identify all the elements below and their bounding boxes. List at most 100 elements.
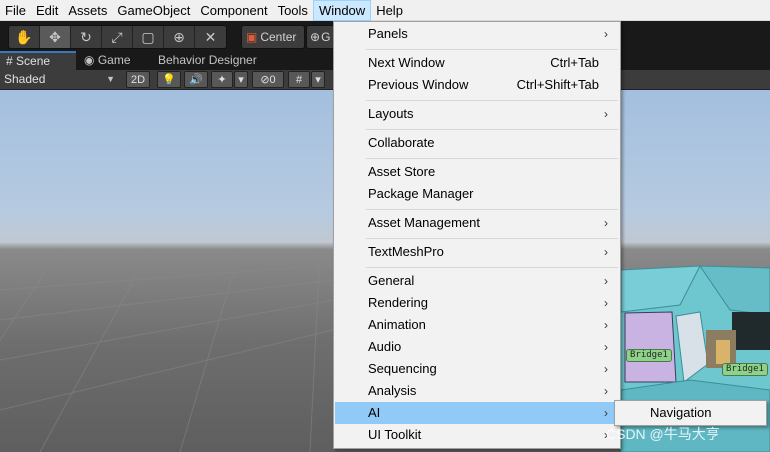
- transform-tools: ✋ ✥ ↻ ⤢ ▢ ⊕ ✕: [8, 25, 227, 49]
- menu-gameobject[interactable]: GameObject: [112, 0, 195, 21]
- menu-item-previous-window[interactable]: Previous Window Ctrl+Shift+Tab: [335, 74, 619, 96]
- chevron-right-icon: ›: [604, 274, 608, 288]
- menu-item-label: Next Window: [368, 55, 445, 70]
- menu-item-label: Asset Store: [368, 164, 436, 179]
- menu-item-ui-toolkit[interactable]: UI Toolkit ›: [335, 424, 619, 446]
- menu-item-label: AI: [368, 405, 381, 420]
- globe-icon: ⊕: [310, 30, 321, 44]
- menu-separator: [366, 129, 618, 130]
- menu-item-label: Audio: [368, 339, 402, 354]
- chevron-down-icon: ▼: [106, 74, 115, 84]
- menu-item-asset-management[interactable]: Asset Management ›: [335, 212, 619, 234]
- mode-2d-toggle[interactable]: 2D: [126, 71, 150, 88]
- hidden-objects-toggle[interactable]: ⊘ 0: [252, 71, 284, 88]
- menu-item-sequencing[interactable]: Sequencing ›: [335, 358, 619, 380]
- rotate-icon[interactable]: ↻: [71, 26, 102, 48]
- custom-tool-icon[interactable]: ✕: [195, 26, 226, 48]
- menu-item-analysis[interactable]: Analysis ›: [335, 380, 619, 402]
- global-label: G: [321, 30, 331, 44]
- menu-item-label: Package Manager: [368, 186, 474, 201]
- menu-item-label: Rendering: [368, 295, 428, 310]
- menu-separator: [366, 209, 618, 210]
- chevron-right-icon: ›: [604, 107, 608, 121]
- tab-scene-label: Scene: [16, 54, 51, 68]
- shading-mode-label: Shaded: [4, 72, 46, 86]
- menu-edit[interactable]: Edit: [31, 0, 63, 21]
- chevron-right-icon: ›: [604, 318, 608, 332]
- menu-separator: [366, 49, 618, 50]
- eye-slash-icon: ⊘: [260, 74, 270, 86]
- chevron-right-icon: ›: [604, 27, 608, 41]
- menu-tools[interactable]: Tools: [273, 0, 313, 21]
- gamepad-icon: ◉: [84, 53, 95, 67]
- bridge-label: Bridge1: [626, 349, 672, 362]
- menu-item-general[interactable]: General ›: [335, 270, 619, 292]
- watermark: CSDN @牛马大亨: [606, 426, 720, 442]
- menu-file[interactable]: File: [0, 0, 31, 21]
- tab-game[interactable]: ◉ Game: [78, 51, 137, 70]
- menu-item-label: Panels: [368, 26, 408, 41]
- chevron-right-icon: ›: [604, 406, 608, 420]
- menu-separator: [366, 267, 618, 268]
- grid-snap-icon[interactable]: #: [288, 71, 310, 88]
- effects-icon[interactable]: ✦: [211, 71, 233, 88]
- mode-2d-label: 2D: [130, 73, 146, 86]
- menu-help[interactable]: Help: [371, 0, 408, 21]
- scale-icon[interactable]: ⤢: [102, 26, 133, 48]
- menu-item-next-window[interactable]: Next Window Ctrl+Tab: [335, 52, 619, 74]
- menu-item-label: General: [368, 273, 415, 288]
- menu-item-label: Sequencing: [368, 361, 437, 376]
- menu-item-asset-store[interactable]: Asset Store: [335, 161, 619, 183]
- rect-icon[interactable]: ▢: [133, 26, 164, 48]
- menu-item-label: TextMeshPro: [368, 244, 444, 259]
- shading-mode-dropdown[interactable]: Shaded ▼: [0, 71, 120, 88]
- move-icon[interactable]: ✥: [40, 26, 71, 48]
- menu-separator: [366, 158, 618, 159]
- lighting-icon[interactable]: 💡: [157, 71, 181, 88]
- pivot-center-toggle[interactable]: ▣ Center: [241, 25, 305, 49]
- tab-scene[interactable]: # Scene: [0, 51, 76, 70]
- ai-submenu: Navigation: [614, 400, 767, 426]
- chevron-right-icon: ›: [604, 216, 608, 230]
- menu-item-ai[interactable]: AI ›: [335, 402, 619, 424]
- menu-item-label: Previous Window: [368, 77, 469, 92]
- menu-item-panels[interactable]: Panels ›: [335, 23, 619, 45]
- menu-item-label: Analysis: [368, 383, 417, 398]
- menu-item-label: Animation: [368, 317, 426, 332]
- menu-item-layouts[interactable]: Layouts ›: [335, 103, 619, 125]
- bridge-label: Bridge1: [722, 363, 768, 376]
- pivot-icon: ▣: [246, 30, 258, 44]
- transform-icon[interactable]: ⊕: [164, 26, 195, 48]
- hand-icon[interactable]: ✋: [9, 26, 40, 48]
- hidden-count: 0: [269, 73, 276, 86]
- menu-window[interactable]: Window: [312, 0, 372, 21]
- menu-item-package-manager[interactable]: Package Manager: [335, 183, 619, 205]
- menu-assets[interactable]: Assets: [63, 0, 112, 21]
- menu-separator: [366, 238, 618, 239]
- chevron-right-icon: ›: [604, 340, 608, 354]
- menu-item-collaborate[interactable]: Collaborate: [335, 132, 619, 154]
- menu-bar: File Edit Assets GameObject Component To…: [0, 0, 770, 21]
- submenu-item-label: Navigation: [650, 405, 712, 420]
- menu-item-animation[interactable]: Animation ›: [335, 314, 619, 336]
- tab-behavior-designer[interactable]: Behavior Designer: [152, 51, 263, 70]
- menu-item-audio[interactable]: Audio ›: [335, 336, 619, 358]
- chevron-right-icon: ›: [604, 245, 608, 259]
- chevron-right-icon: ›: [604, 384, 608, 398]
- menu-item-rendering[interactable]: Rendering ›: [335, 292, 619, 314]
- audio-icon[interactable]: 🔊: [184, 71, 208, 88]
- menu-item-label: Layouts: [368, 106, 414, 121]
- menu-item-textmeshpro[interactable]: TextMeshPro ›: [335, 241, 619, 263]
- menu-item-label: UI Toolkit: [368, 427, 422, 442]
- grid-dropdown[interactable]: ▾: [311, 71, 325, 88]
- menu-separator: [366, 100, 618, 101]
- menu-component[interactable]: Component: [195, 0, 272, 21]
- window-menu-dropdown: Panels › Next Window Ctrl+Tab Previous Win…: [333, 21, 621, 449]
- ground-grid: [0, 249, 334, 452]
- pivot-label: Center: [260, 30, 297, 44]
- menu-item-label: Asset Management: [368, 215, 481, 230]
- submenu-item-navigation[interactable]: Navigation: [616, 402, 765, 424]
- menu-item-shortcut: Ctrl+Shift+Tab: [516, 77, 599, 92]
- effects-dropdown[interactable]: ▾: [234, 71, 248, 88]
- grid-icon: #: [6, 54, 13, 68]
